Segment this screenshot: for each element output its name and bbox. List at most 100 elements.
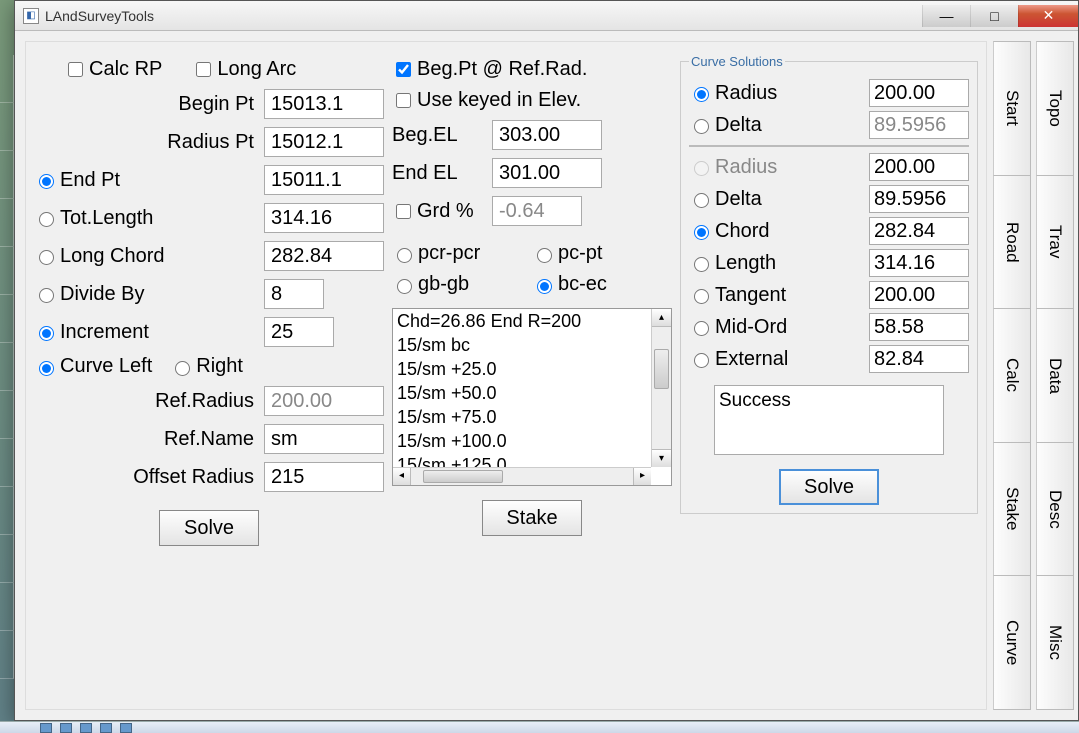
scroll-right-icon[interactable]: ▸ [633, 468, 651, 485]
long-arc-label: Long Arc [217, 58, 296, 81]
tab-road[interactable]: Road [993, 175, 1031, 310]
cs-top-radius-radio[interactable]: Radius [689, 82, 863, 105]
divide-by-field[interactable] [264, 279, 324, 309]
cs-top-delta-radio[interactable]: Delta [689, 114, 863, 137]
cs-external-field[interactable] [869, 345, 969, 373]
increment-radio[interactable]: Increment [34, 321, 264, 344]
radius-pt-label: Radius Pt [34, 131, 264, 154]
use-keyed-checkbox[interactable]: Use keyed in Elev. [392, 89, 581, 112]
cs-chord-field[interactable] [869, 217, 969, 245]
cs-external-radio[interactable]: External [689, 348, 863, 371]
log-line: 15/sm +25.0 [397, 357, 649, 381]
tab-data[interactable]: Data [1036, 308, 1074, 443]
tab-topo[interactable]: Topo [1036, 41, 1074, 176]
minimize-button[interactable]: — [922, 5, 970, 27]
cs-radius-field[interactable] [869, 153, 969, 181]
beg-el-label: Beg.EL [392, 124, 492, 147]
end-pt-label: End Pt [60, 169, 120, 192]
horizontal-scrollbar[interactable]: ◂ ▸ [393, 467, 651, 485]
close-button[interactable]: ✕ [1018, 5, 1078, 27]
log-line: 15/sm +50.0 [397, 381, 649, 405]
pcr-pcr-radio[interactable]: pcr-pcr [392, 242, 532, 265]
long-arc-checkbox[interactable]: Long Arc [192, 58, 296, 81]
curve-legend: Curve Solutions [689, 54, 785, 69]
pc-pt-radio[interactable]: pc-pt [532, 242, 672, 265]
calc-rp-label: Calc RP [89, 58, 162, 81]
beg-el-field[interactable] [492, 120, 602, 150]
curve-solutions-group: Curve Solutions Radius Delta Radius [680, 54, 978, 514]
long-chord-field[interactable] [264, 241, 384, 271]
status-textbox[interactable] [714, 385, 944, 455]
tot-length-label: Tot.Length [60, 207, 153, 230]
scroll-down-icon[interactable]: ▾ [652, 449, 671, 467]
use-keyed-label: Use keyed in Elev. [417, 89, 581, 112]
app-icon: ◧ [23, 8, 39, 24]
tab-start[interactable]: Start [993, 41, 1031, 176]
divide-by-radio[interactable]: Divide By [34, 283, 264, 306]
offset-radius-field[interactable] [264, 462, 384, 492]
tab-desc[interactable]: Desc [1036, 442, 1074, 577]
end-pt-radio[interactable]: End Pt [34, 169, 264, 192]
cs-length-radio[interactable]: Length [689, 252, 863, 275]
begin-pt-field[interactable] [264, 89, 384, 119]
scroll-thumb[interactable] [654, 349, 669, 389]
cs-tangent-field[interactable] [869, 281, 969, 309]
log-line: 15/sm +75.0 [397, 405, 649, 429]
ref-name-label: Ref.Name [34, 428, 264, 451]
curve-right-label: Right [196, 355, 243, 378]
cs-top-radius-field[interactable] [869, 79, 969, 107]
log-line: 15/sm bc [397, 333, 649, 357]
cs-delta-field[interactable] [869, 185, 969, 213]
increment-label: Increment [60, 321, 149, 344]
maximize-button[interactable]: □ [970, 5, 1018, 27]
curve-left-radio[interactable]: Curve Left [34, 355, 152, 378]
curve-left-label: Curve Left [60, 355, 152, 378]
tot-length-field[interactable] [264, 203, 384, 233]
grd-checkbox[interactable]: Grd % [392, 200, 492, 223]
window-title: LAndSurveyTools [45, 8, 154, 24]
end-pt-field[interactable] [264, 165, 384, 195]
solve-button-right[interactable]: Solve [779, 469, 879, 505]
tab-calc[interactable]: Calc [993, 308, 1031, 443]
log-listbox[interactable]: Chd=26.86 End R=200 15/sm bc 15/sm +25.0… [392, 308, 672, 486]
cs-midord-field[interactable] [869, 313, 969, 341]
beg-pt-ref-checkbox[interactable]: Beg.Pt @ Ref.Rad. [392, 58, 587, 81]
cs-midord-radio[interactable]: Mid-Ord [689, 316, 863, 339]
scroll-thumb[interactable] [423, 470, 503, 483]
end-el-field[interactable] [492, 158, 602, 188]
end-el-label: End EL [392, 162, 492, 185]
cs-tangent-radio[interactable]: Tangent [689, 284, 863, 307]
ref-radius-field[interactable] [264, 386, 384, 416]
tot-length-radio[interactable]: Tot.Length [34, 207, 264, 230]
beg-pt-ref-label: Beg.Pt @ Ref.Rad. [417, 58, 587, 81]
grd-field[interactable] [492, 196, 582, 226]
stake-button[interactable]: Stake [482, 500, 582, 536]
cs-delta-radio[interactable]: Delta [689, 188, 863, 211]
calc-rp-checkbox[interactable]: Calc RP [64, 58, 162, 81]
tab-stake[interactable]: Stake [993, 442, 1031, 577]
begin-pt-label: Begin Pt [34, 93, 264, 116]
solve-button-left[interactable]: Solve [159, 510, 259, 546]
divide-by-label: Divide By [60, 283, 144, 306]
tab-misc[interactable]: Misc [1036, 575, 1074, 710]
curve-right-radio[interactable]: Right [170, 355, 243, 378]
offset-radius-label: Offset Radius [34, 466, 264, 489]
scroll-up-icon[interactable]: ▴ [652, 309, 671, 327]
tab-trav[interactable]: Trav [1036, 175, 1074, 310]
radius-pt-field[interactable] [264, 127, 384, 157]
log-line: 15/sm +100.0 [397, 429, 649, 453]
titlebar[interactable]: ◧ LAndSurveyTools — □ ✕ [15, 1, 1078, 31]
increment-field[interactable] [264, 317, 334, 347]
cs-length-field[interactable] [869, 249, 969, 277]
taskbar[interactable] [0, 721, 1079, 733]
gb-gb-radio[interactable]: gb-gb [392, 273, 532, 296]
cs-top-delta-field[interactable] [869, 111, 969, 139]
tab-curve[interactable]: Curve [993, 575, 1031, 710]
bc-ec-radio[interactable]: bc-ec [532, 273, 672, 296]
scroll-left-icon[interactable]: ◂ [393, 468, 411, 485]
grd-label: Grd % [417, 200, 474, 223]
vertical-scrollbar[interactable]: ▴ ▾ [651, 309, 671, 467]
ref-name-field[interactable] [264, 424, 384, 454]
long-chord-radio[interactable]: Long Chord [34, 245, 264, 268]
cs-chord-radio[interactable]: Chord [689, 220, 863, 243]
